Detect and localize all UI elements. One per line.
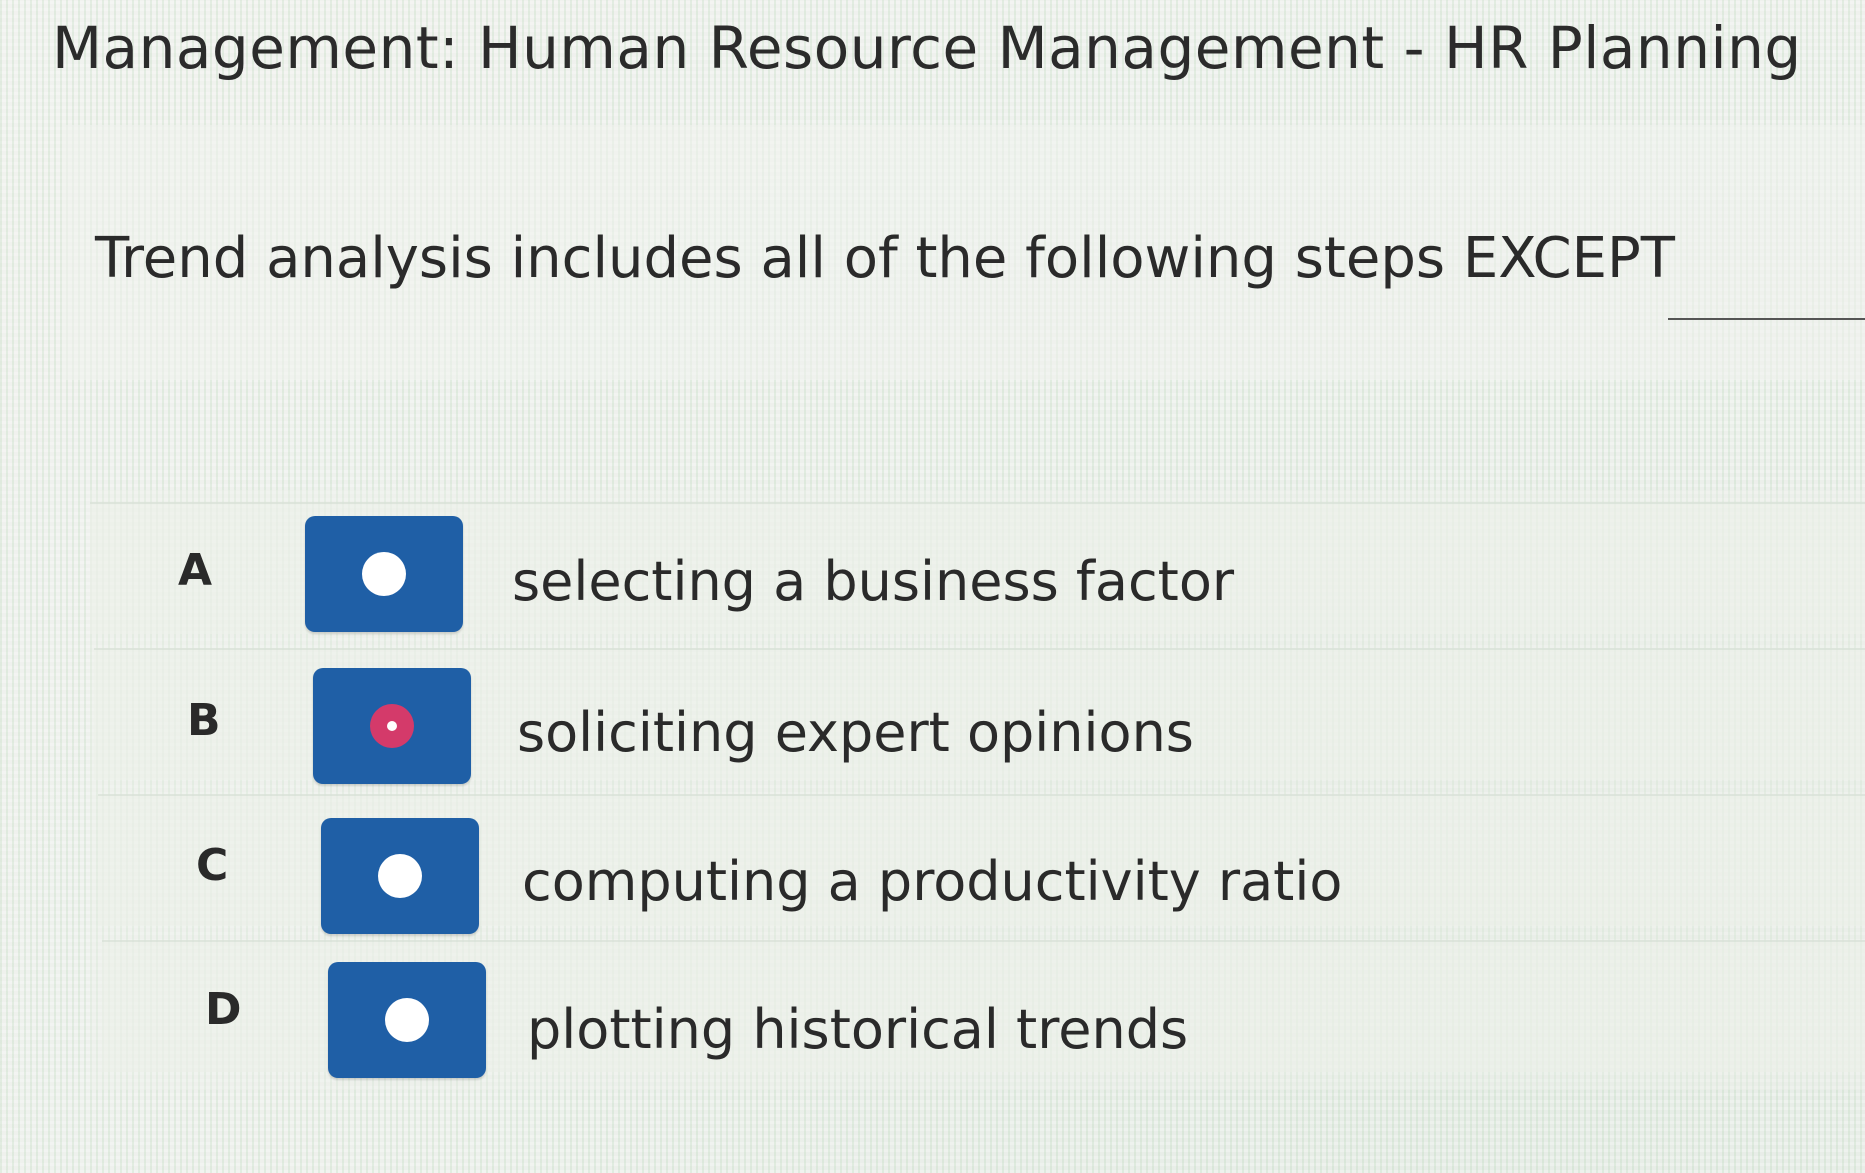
option-letter-a: A	[178, 545, 213, 596]
options-panel: A selecting a business factor B soliciti…	[90, 490, 1865, 1090]
radio-dot-icon	[362, 552, 406, 596]
radio-button-d[interactable]	[328, 962, 486, 1078]
option-text-c[interactable]: computing a productivity ratio	[522, 850, 1342, 913]
radio-dot-selected-icon	[370, 704, 414, 748]
option-letter-b: B	[187, 695, 221, 746]
option-text-b[interactable]: soliciting expert opinions	[517, 701, 1194, 764]
page-title: Management: Human Resource Management - …	[52, 14, 1802, 82]
radio-button-a[interactable]	[305, 516, 463, 632]
option-letter-c: C	[196, 840, 229, 891]
answer-blank	[1668, 318, 1865, 320]
option-text-a[interactable]: selecting a business factor	[512, 550, 1234, 613]
option-letter-d: D	[205, 984, 242, 1035]
radio-button-b[interactable]	[313, 668, 471, 784]
question-text: Trend analysis includes all of the follo…	[95, 226, 1675, 291]
radio-button-c[interactable]	[321, 818, 479, 934]
radio-dot-icon	[385, 998, 429, 1042]
option-text-d[interactable]: plotting historical trends	[527, 998, 1188, 1061]
radio-dot-icon	[378, 854, 422, 898]
